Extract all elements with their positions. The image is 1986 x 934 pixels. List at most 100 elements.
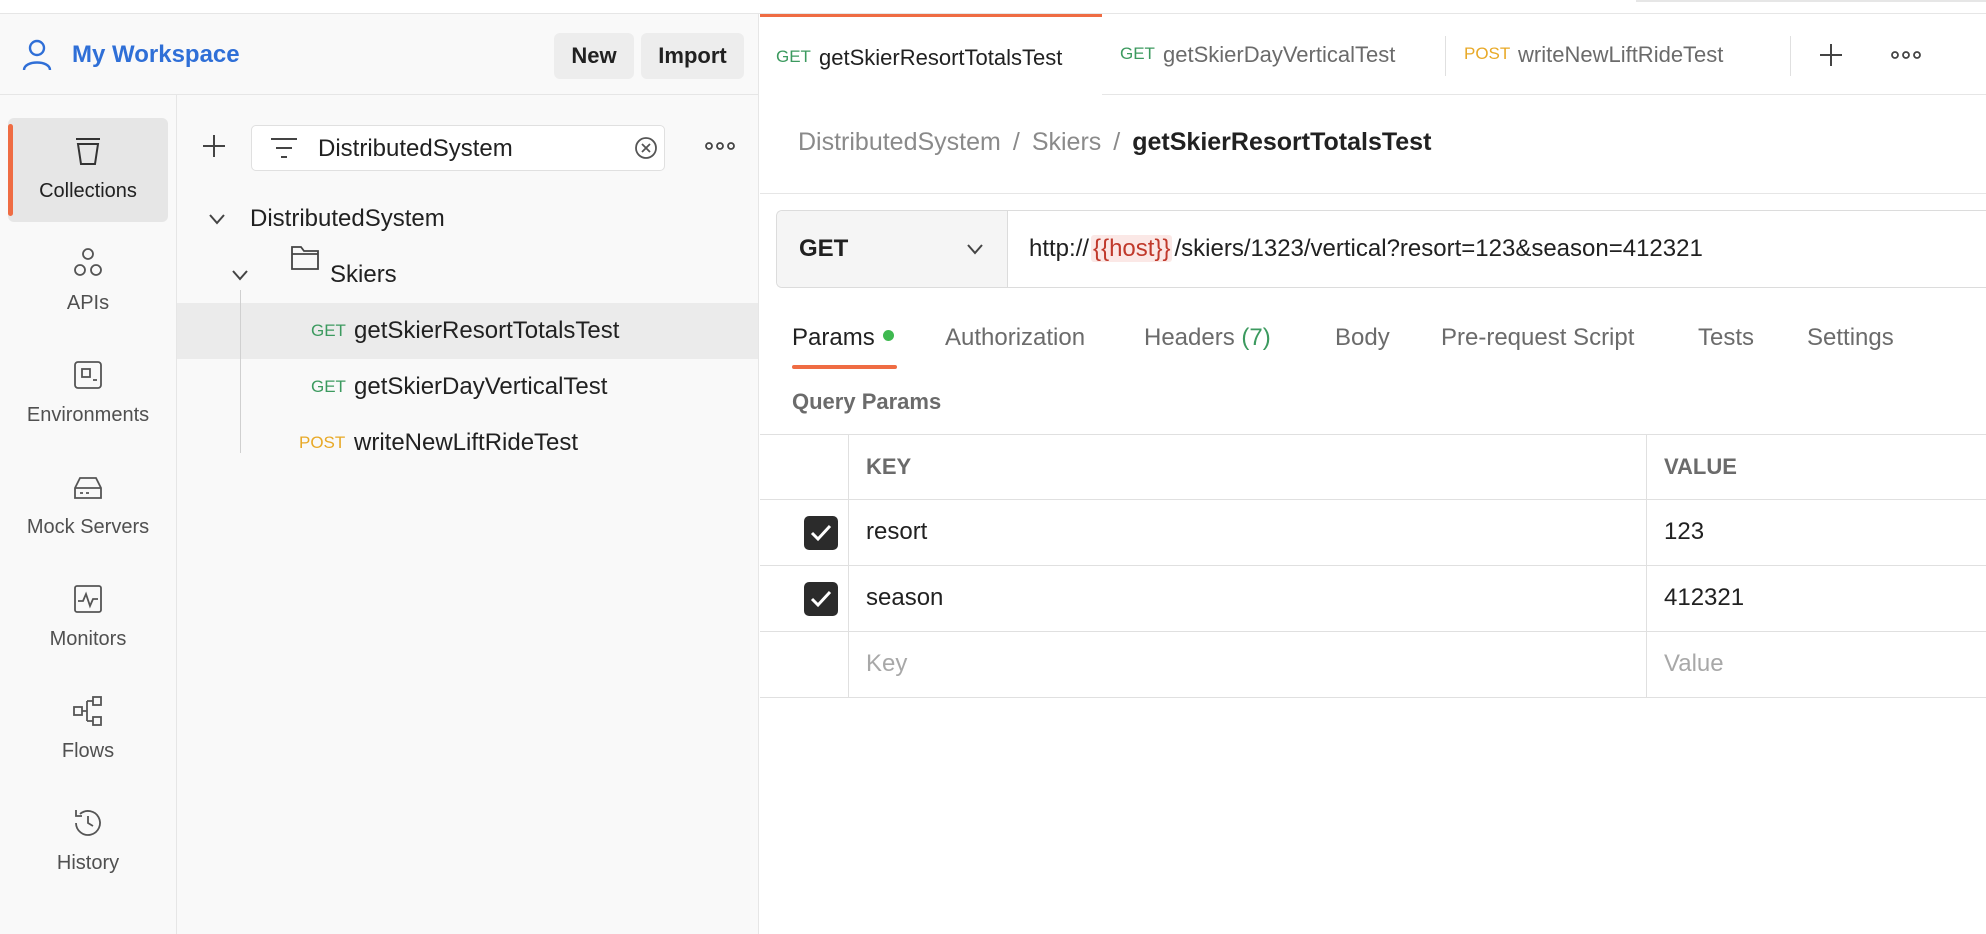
table-row: resort 123 [760, 500, 1986, 566]
tab-getskierresorttotalstest[interactable]: GET getSkierResortTotalsTest [760, 14, 1102, 95]
plus-icon[interactable] [201, 133, 227, 159]
sidebar-item-history[interactable]: History [8, 790, 168, 894]
request-method-badge: GET [311, 377, 346, 396]
sidebar-item-label: Collections [39, 180, 137, 202]
tree-folder-name[interactable]: Skiers [330, 260, 397, 290]
sidebar-item-collections[interactable]: Collections [8, 118, 168, 222]
clear-icon[interactable] [634, 136, 658, 160]
new-tab-plus-icon[interactable] [1818, 42, 1844, 68]
query-params-title: Query Params [792, 389, 942, 414]
history-icon [75, 810, 101, 836]
request-name: writeNewLiftRideTest [354, 429, 579, 456]
chevron-down-icon[interactable] [230, 265, 250, 285]
tab-headers[interactable]: Headers (7) [1144, 322, 1271, 354]
sidebar-item-apis[interactable]: APIs [8, 230, 168, 334]
tree-request-item[interactable]: GET getSkierResortTotalsTest [177, 303, 758, 359]
divider [760, 193, 1986, 194]
headers-count: (7) [1241, 324, 1271, 351]
table-cell[interactable]: Value [1647, 632, 1986, 697]
environments-icon [74, 361, 102, 389]
tab-params[interactable]: Params [792, 322, 894, 354]
tab-headers-label: Headers [1144, 324, 1235, 351]
table-cell[interactable]: resort [849, 500, 1647, 565]
import-button[interactable]: Import [641, 33, 744, 79]
sidebar-item-monitors[interactable]: Monitors [8, 566, 168, 670]
tab-label: getSkierResortTotalsTest [819, 45, 1063, 70]
tab-label: writeNewLiftRideTest [1518, 42, 1724, 67]
table-cell [760, 566, 849, 631]
tab-tests[interactable]: Tests [1698, 322, 1754, 354]
sidebar-item-label: Monitors [49, 628, 127, 650]
param-checkbox[interactable] [804, 582, 838, 616]
tree-collection-name[interactable]: DistributedSystem [250, 204, 445, 234]
filter-icon [271, 138, 297, 158]
tab-method-badge: GET [1120, 44, 1155, 63]
breadcrumb-folder[interactable]: Skiers [1032, 128, 1101, 156]
table-cell[interactable]: season [849, 566, 1647, 631]
method-select-value: GET [799, 235, 849, 262]
tab-body[interactable]: Body [1335, 322, 1390, 354]
filter-search-field[interactable]: DistributedSystem [251, 125, 665, 171]
table-cell[interactable]: 123 [1647, 500, 1986, 565]
value-placeholder[interactable]: Value [1664, 649, 1724, 679]
apis-icon [74, 248, 102, 276]
folder-icon [291, 246, 319, 270]
top-divider [1636, 0, 1986, 2]
tab-pre-request-script[interactable]: Pre-request Script [1441, 322, 1634, 354]
left-panel: My Workspace New Import Collections APIs… [0, 14, 759, 934]
more-options-icon[interactable] [1890, 44, 1922, 66]
tab-authorization[interactable]: Authorization [945, 322, 1085, 354]
request-method-badge: GET [311, 321, 346, 340]
more-options-icon[interactable] [704, 133, 736, 159]
chevron-down-icon[interactable] [207, 209, 227, 229]
tab-method-badge: GET [776, 47, 811, 66]
table-row: Key Value [760, 632, 1986, 698]
table-cell[interactable]: 412321 [1647, 566, 1986, 631]
sidebar-item-flows[interactable]: Flows [8, 678, 168, 782]
param-key: season [866, 584, 944, 611]
tab-divider [1790, 36, 1791, 76]
tab-writenewliftridetest[interactable]: POST writeNewLiftRideTest [1446, 14, 1786, 95]
tree-request-item[interactable]: GET getSkierDayVerticalTest [177, 359, 758, 415]
method-select[interactable]: GET [777, 211, 1008, 287]
params-active-dot [882, 330, 894, 342]
active-tab-indicator [792, 365, 897, 369]
tab-label: getSkierDayVerticalTest [1163, 42, 1396, 67]
request-method-badge: POST [299, 433, 346, 452]
table-header-cell: VALUE [1647, 435, 1986, 499]
tree-indent-guide [240, 290, 241, 453]
sidebar-item-mock-servers[interactable]: Mock Servers [8, 454, 168, 558]
breadcrumb-separator: / [1012, 128, 1020, 156]
key-column-header: KEY [866, 454, 912, 479]
mock-servers-icon [74, 477, 102, 499]
url-input[interactable]: http://{{host}}/skiers/1323/vertical?res… [1029, 234, 1703, 264]
sidebar-nav: Collections APIs Environments Mock Serve… [0, 95, 177, 934]
breadcrumb-collection[interactable]: DistributedSystem [798, 128, 1001, 156]
window-top-border [0, 0, 1986, 14]
url-prefix: http:// [1029, 235, 1090, 262]
collections-icon [76, 138, 100, 165]
key-placeholder[interactable]: Key [866, 649, 907, 679]
workspace-header: My Workspace New Import [0, 14, 759, 95]
param-checkbox[interactable] [804, 516, 838, 550]
monitors-icon [74, 585, 102, 613]
table-cell[interactable]: Key [849, 632, 1647, 697]
tab-settings[interactable]: Settings [1807, 322, 1894, 354]
param-key: resort [866, 518, 928, 545]
flows-icon [73, 696, 102, 726]
table-header-cell [760, 435, 849, 499]
new-button[interactable]: New [554, 33, 634, 79]
request-tab-bar: GET getSkierResortTotalsTest GET getSkie… [760, 14, 1986, 95]
collection-tree: DistributedSystem DistributedSystem Skie… [177, 95, 758, 934]
param-value: 412321 [1664, 584, 1745, 611]
user-icon [22, 39, 52, 71]
breadcrumb-current-request[interactable]: getSkierResortTotalsTest [1132, 128, 1431, 156]
sidebar-item-environments[interactable]: Environments [8, 342, 168, 446]
tree-request-item[interactable]: POST writeNewLiftRideTest [177, 415, 758, 471]
workspace-title[interactable]: My Workspace [72, 40, 240, 70]
tab-getskierdayverticaltest[interactable]: GET getSkierDayVerticalTest [1102, 14, 1442, 95]
url-variable: {{host}} [1091, 235, 1173, 262]
sidebar-item-label: Mock Servers [26, 516, 150, 538]
filter-input-value[interactable]: DistributedSystem [318, 135, 513, 163]
table-row: season 412321 [760, 566, 1986, 632]
